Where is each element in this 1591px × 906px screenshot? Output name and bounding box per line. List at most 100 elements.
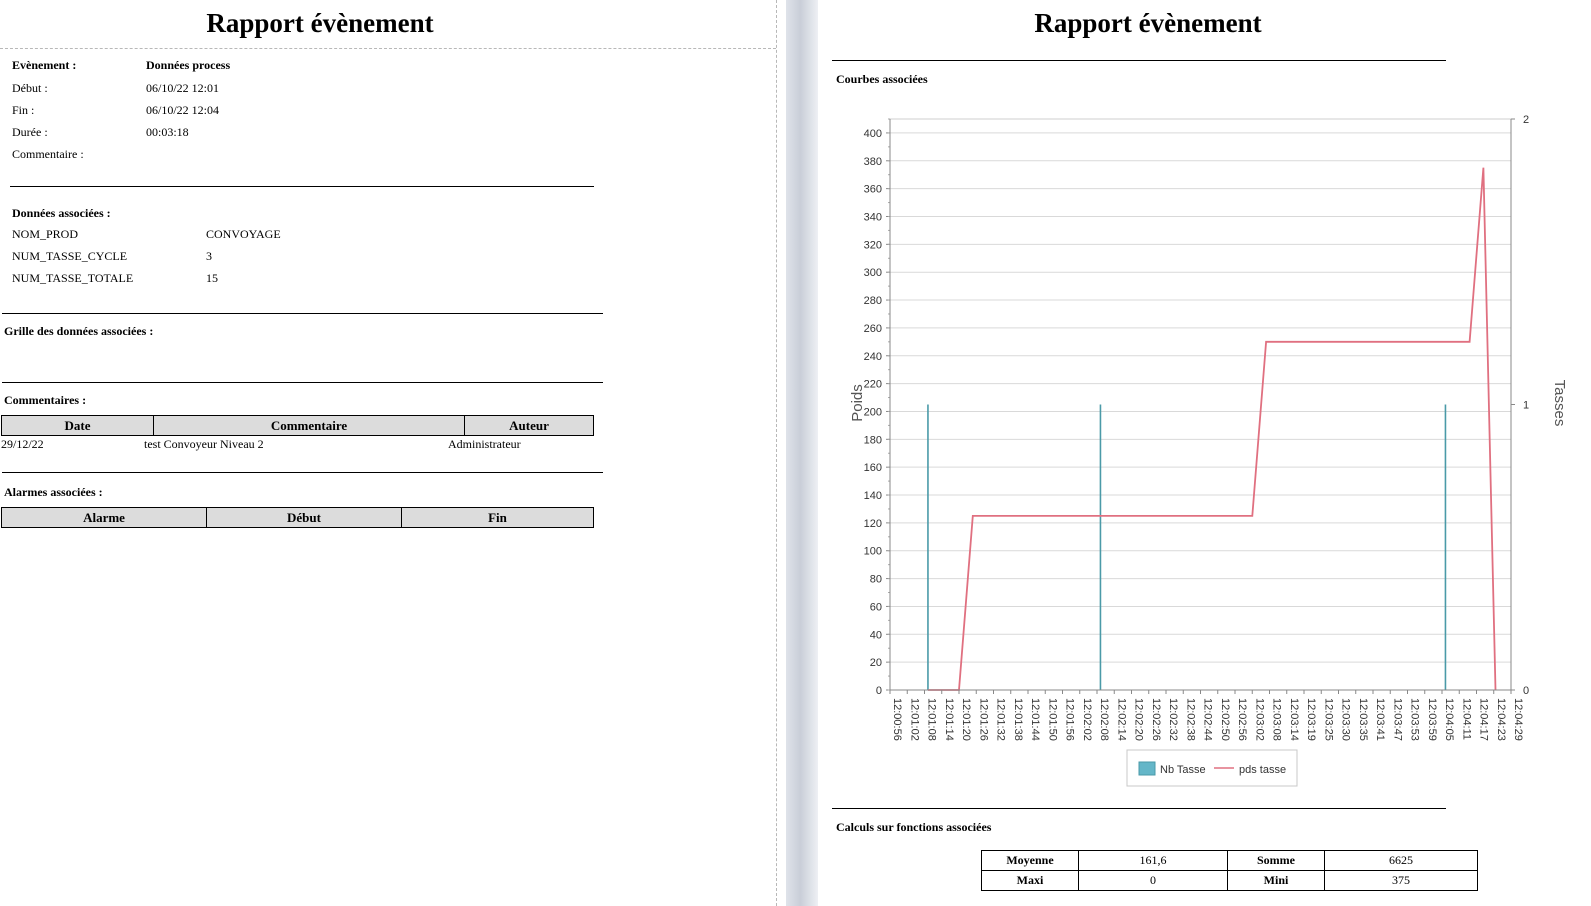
column-header-comment: Commentaire [153,415,465,436]
comments-title: Commentaires : [4,393,87,407]
end-label: Fin : [12,103,35,117]
column-header-end: Fin [401,507,594,528]
x-tick-label: 12:02:32 [1167,698,1179,741]
associated-value: 3 [206,249,212,263]
x-tick-label: 12:02:38 [1184,698,1196,741]
y-tick-label: 160 [864,462,882,474]
x-tick-label: 12:01:14 [943,698,955,741]
calc-value-somme: 6625 [1324,850,1478,871]
associated-key: NUM_TASSE_CYCLE [12,249,128,263]
duration-value: 00:03:18 [146,125,189,139]
divider [2,313,603,314]
y-tick-label: 180 [864,434,882,446]
x-tick-label: 12:04:05 [1443,698,1455,741]
x-tick-label: 12:03:30 [1340,698,1352,741]
event-value: Données process [146,58,231,72]
x-tick-label: 12:01:50 [1046,698,1058,741]
x-tick-label: 12:00:56 [891,698,903,741]
x-tick-label: 12:03:35 [1357,698,1369,741]
y-tick-label: 360 [864,184,882,196]
chart-gridlines [889,118,1512,691]
alarms-table: Alarme Début Fin [1,507,594,528]
associated-data-title: Données associées : [12,206,111,220]
comment-date: 29/12/22 [1,437,44,451]
x-tick-label: 12:02:26 [1150,698,1162,741]
column-header-alarm: Alarme [1,507,207,528]
calc-label-somme: Somme [1227,850,1325,871]
x-tick-label: 12:02:08 [1098,698,1110,741]
start-value: 06/10/22 12:01 [146,81,220,95]
calc-label-maxi: Maxi [981,870,1079,891]
legend-label: Nb Tasse [1160,764,1206,776]
x-tick-label: 12:01:32 [995,698,1007,741]
y-tick-label: 200 [864,406,882,418]
alarms-title: Alarmes associées : [4,485,103,499]
x-tick-label: 12:03:19 [1305,698,1317,741]
y-tick-label: 100 [864,546,882,558]
x-tick-label: 12:03:41 [1374,698,1386,741]
calc-value-mini: 375 [1324,870,1478,891]
comment-author: Administrateur [448,437,521,451]
y-tick-label: 300 [864,267,882,279]
y2-axis-label: Tasses [1551,380,1568,427]
y-tick-label: 0 [876,685,882,697]
calc-value-moyenne: 161,6 [1078,850,1228,871]
associated-value: 15 [206,271,218,285]
calc-value-maxi: 0 [1078,870,1228,891]
page-margin-guide [0,48,776,49]
column-header-start: Début [206,507,402,528]
y-tick-label: 260 [864,323,882,335]
x-tick-label: 12:01:44 [1029,698,1041,741]
y-tick-label: 20 [870,657,882,669]
divider [832,808,1446,809]
x-tick-label: 12:01:38 [1012,698,1024,741]
y-tick-label: 240 [864,351,882,363]
column-header-date: Date [1,415,154,436]
plot-area [889,118,1512,691]
x-tick-label: 12:01:08 [926,698,938,741]
associated-curves-chart: 0204060801001201401601802002202402602803… [849,114,1568,787]
y-tick-label: 140 [864,490,882,502]
start-label: Début : [12,81,48,95]
y2-tick-label: 2 [1523,114,1529,126]
x-tick-label: 12:02:50 [1219,698,1231,741]
x-tick-label: 12:04:29 [1512,698,1524,741]
associated-key: NOM_PROD [12,227,79,241]
y-tick-label: 80 [870,574,882,586]
comments-table: Date Commentaire Auteur [1,415,594,436]
legend-swatch-nb-tasse [1138,761,1156,776]
x-tick-label: 12:01:20 [960,698,972,741]
y-tick-label: 280 [864,295,882,307]
legend-label: pds tasse [1239,764,1286,776]
x-tick-label: 12:04:17 [1478,698,1490,741]
page-gutter [786,0,818,906]
calc-label-mini: Mini [1227,870,1325,891]
end-value: 06/10/22 12:04 [146,103,220,117]
y-tick-label: 120 [864,518,882,530]
y-tick-label: 400 [864,128,882,140]
report-page-left: Rapport évènement Evènement : Données pr… [0,0,786,906]
x-tick-label: 12:02:20 [1133,698,1145,741]
y-tick-label: 40 [870,629,882,641]
x-tick-label: 12:02:14 [1115,698,1127,741]
x-tick-label: 12:02:44 [1202,698,1214,741]
report-page-right: Rapport évènement Courbes associées 0 20 4… [818,0,1591,906]
duration-label: Durée : [12,125,48,139]
page-margin-guide [776,0,777,906]
x-tick-label: 12:01:02 [908,698,920,741]
x-tick-label: 12:03:02 [1253,698,1265,741]
column-header-author: Auteur [464,415,594,436]
x-tick-label: 12:03:14 [1288,698,1300,741]
y-tick-label: 320 [864,239,882,251]
x-tick-label: 12:02:02 [1081,698,1093,741]
associated-value: CONVOYAGE [206,227,281,241]
x-tick-label: 12:04:11 [1460,698,1472,740]
x-tick-label: 12:03:59 [1426,698,1438,741]
y-tick-label: 380 [864,156,882,168]
x-tick-label: 12:04:23 [1495,698,1507,741]
chart-legend: Nb Tasse pds tasse [1126,749,1298,787]
y-axis-label: Poids [849,384,866,422]
page-title: Rapport évènement [206,8,434,38]
y-tick-label: 340 [864,211,882,223]
x-tick-label: 12:03:53 [1409,698,1421,741]
